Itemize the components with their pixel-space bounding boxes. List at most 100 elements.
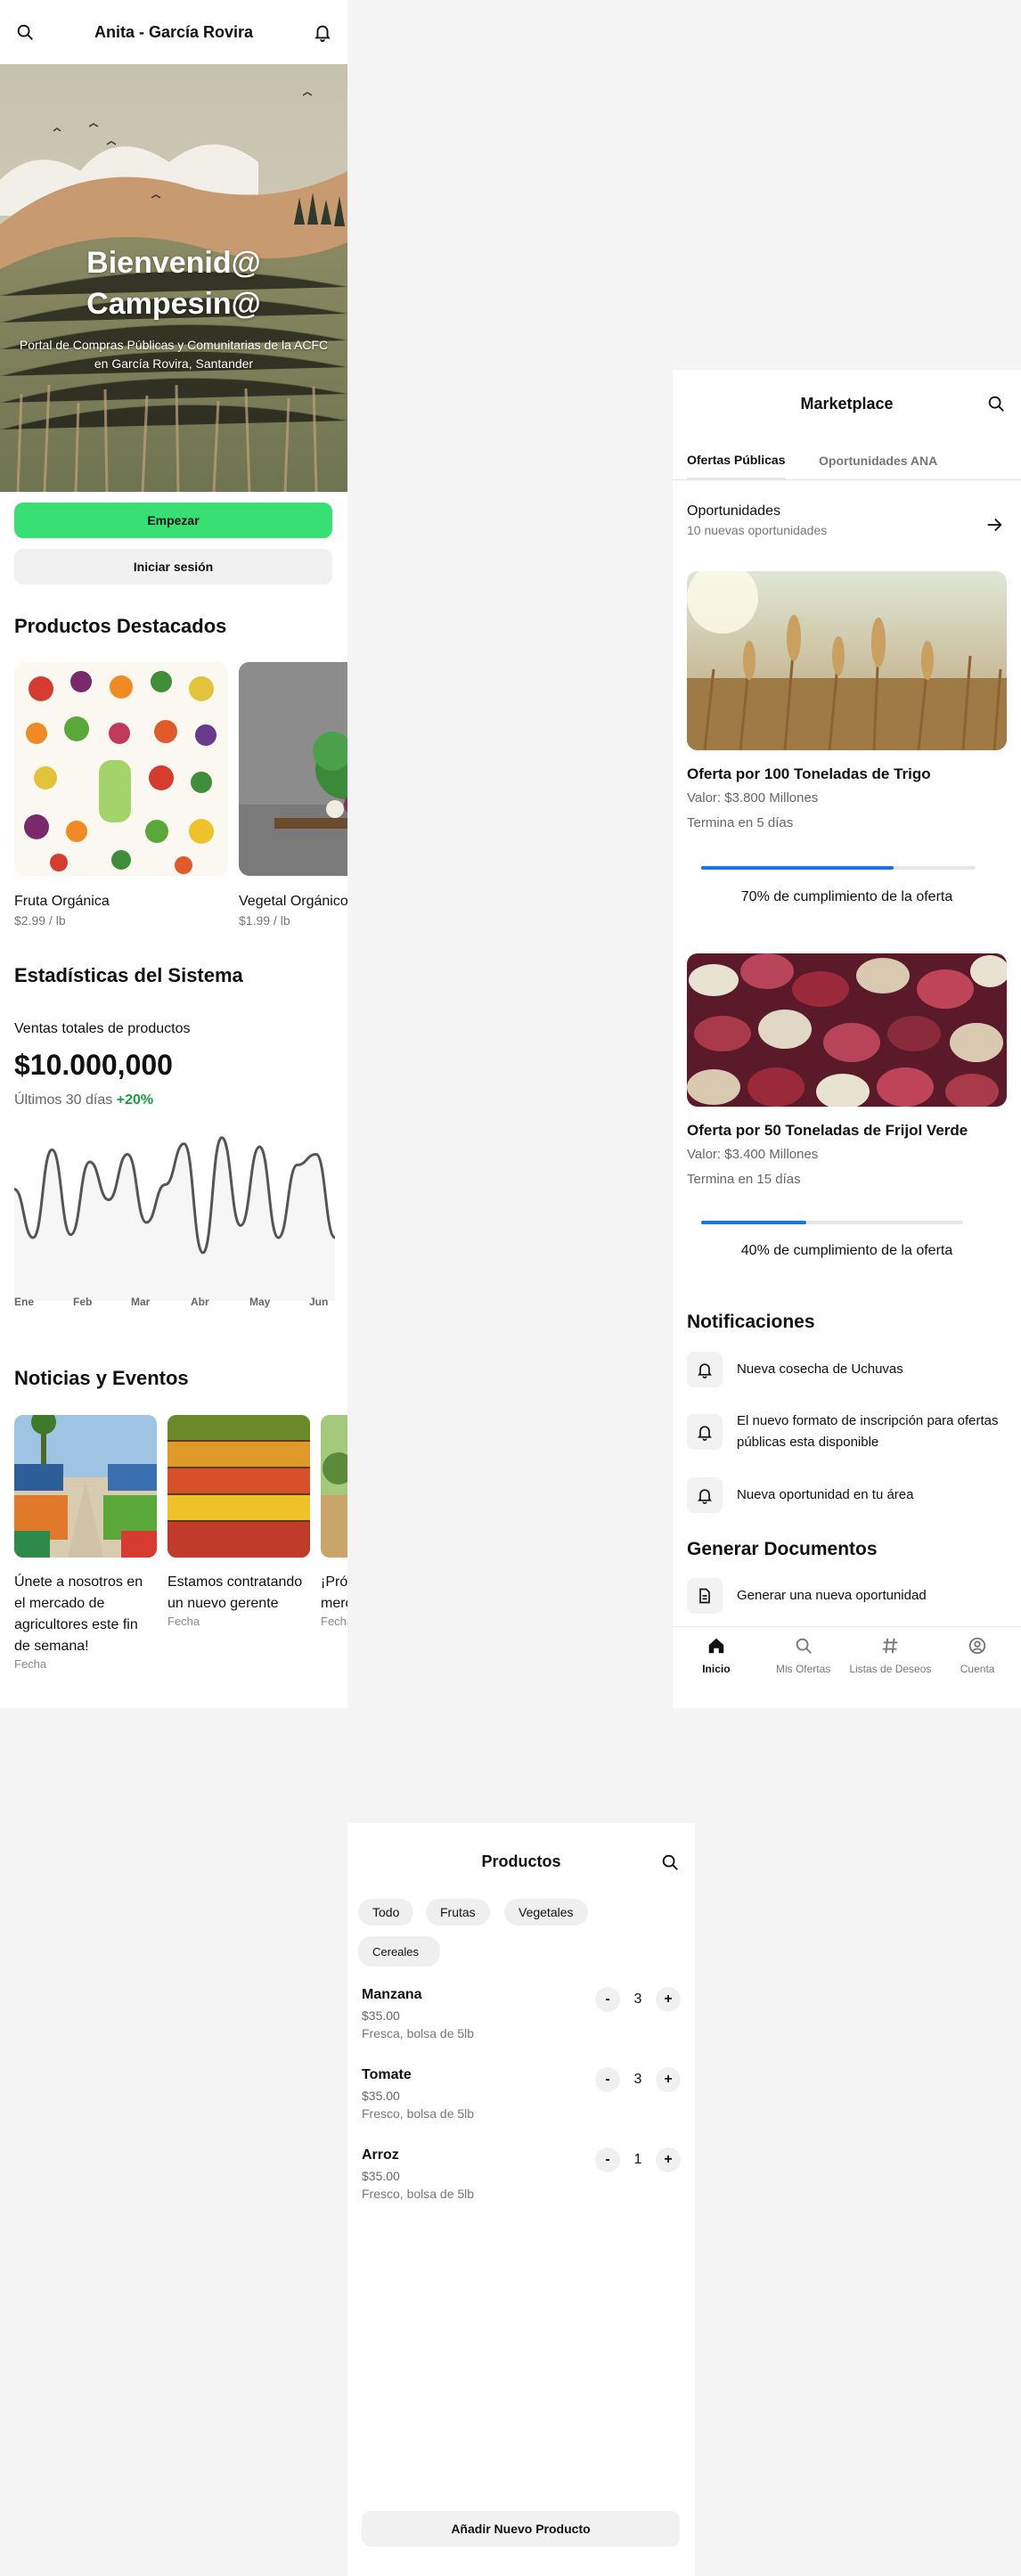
nav-label: Inicio [702,1663,731,1675]
news-image [167,1415,310,1558]
quantity-stepper: - 3 + [595,1987,681,2012]
page-title: Marketplace [800,394,894,413]
product-price: $1.99 / lb [239,913,290,928]
filter-chip-cereals[interactable]: Cereales [358,1936,440,1967]
stats-title: Estadísticas del Sistema [14,964,243,986]
nav-label: Listas de Deseos [849,1663,932,1675]
nav-my-offers[interactable]: Mis Ofertas [760,1627,847,1708]
nav-wishlists[interactable]: Listas de Deseos [847,1627,935,1708]
bell-icon[interactable] [310,20,335,45]
hero-title-line2: Campesin@ [86,287,261,321]
offer-progress-text: 70% de cumplimiento de la oferta [740,889,953,904]
marketplace-screen: Marketplace Ofertas Públicas Oportunidad… [673,370,1021,1708]
offer-value: Valor: $3.400 Millones [687,1147,819,1162]
add-product-button[interactable]: Añadir Nuevo Producto [362,2511,680,2547]
offer-progress [701,1221,963,1224]
stats-change: +20% [116,1092,154,1108]
month-label: Mar [131,1296,151,1308]
user-icon [968,1637,986,1655]
bell-icon [687,1477,723,1513]
product-row[interactable]: Tomate $35.00 Fresco, bolsa de 5lb - 3 + [362,2067,681,2130]
login-button[interactable]: Iniciar sesión [14,549,332,585]
document-item[interactable]: Generar una nueva oportunidad [687,1578,1007,1614]
search-icon[interactable] [12,20,37,45]
news-headline: Únete a nosotros en el mercado de agricu… [14,1574,143,1654]
news-date: Fecha [321,1615,347,1628]
decrement-button[interactable]: - [595,1987,620,2012]
increment-button[interactable]: + [656,2067,681,2092]
stats-label: Ventas totales de productos [14,1021,191,1036]
hero-subtitle: Portal de Compras Públicas y Comunitaria… [19,338,329,371]
news-image [14,1415,157,1558]
news-date: Fecha [167,1615,200,1628]
search-icon [796,1638,812,1654]
offer-deadline: Termina en 5 días [687,815,794,830]
nav-account[interactable]: Cuenta [934,1627,1021,1708]
offer-value: Valor: $3.800 Millones [687,790,819,806]
tab-public-offers[interactable]: Ofertas Públicas [687,441,786,480]
product-description: Fresca, bolsa de 5lb [362,2026,475,2040]
document-icon [687,1578,723,1614]
filter-chip-fruits[interactable]: Frutas [426,1899,490,1926]
offer-deadline: Termina en 15 días [687,1172,801,1187]
document-text: Generar una nueva oportunidad [737,1588,927,1603]
quantity-value: 1 [633,2152,642,2167]
arrow-right-icon[interactable] [982,512,1007,537]
offer-progress-fill [701,1221,806,1224]
home-header: Anita - García Rovira [0,0,347,64]
product-card[interactable]: Vegetal Orgánico $1.99 / lb [239,662,347,928]
start-button[interactable]: Empezar [14,503,332,538]
offer-title[interactable]: Oferta por 50 Toneladas de Frijol Verde [687,1122,968,1140]
news-card[interactable]: ¡Próximo evento de mercado Fecha [321,1415,347,1628]
notification-item[interactable]: Nueva cosecha de Uchuvas [687,1352,1007,1387]
offer-title[interactable]: Oferta por 100 Toneladas de Trigo [687,765,931,783]
products-header: Productos [347,1823,695,1900]
nav-label: Mis Ofertas [775,1663,831,1675]
nav-label: Cuenta [960,1663,995,1675]
quantity-value: 3 [633,2072,642,2087]
tab-ana-opportunities[interactable]: Oportunidades ANA [819,441,937,480]
news-date: Fecha [14,1657,47,1671]
product-row[interactable]: Manzana $35.00 Fresca, bolsa de 5lb - 3 … [362,1987,681,2049]
filter-chip-all[interactable]: Todo [358,1899,414,1926]
news-headline: Estamos contratando un nuevo gerente [167,1574,303,1611]
news-headline: ¡Próximo evento de mercado [321,1574,347,1611]
page-title: Productos [481,1852,561,1870]
opportunities-subtitle: 10 nuevas oportunidades [687,523,828,537]
notification-text: Nueva cosecha de Uchuvas [737,1362,903,1377]
notification-item[interactable]: Nueva oportunidad en tu área [687,1477,1007,1513]
sales-line-chart [14,1136,335,1301]
month-label: Ene [14,1296,35,1308]
filter-chip-vegetables[interactable]: Vegetales [504,1899,588,1926]
notifications-title: Notificaciones [687,1312,815,1332]
bottom-nav: Inicio Mis Ofertas Listas de Deseos Cuen… [673,1626,1021,1708]
marketplace-tabs: Ofertas Públicas Oportunidades ANA [673,441,1021,480]
opportunities-row[interactable]: Oportunidades 10 nuevas oportunidades [687,503,1007,548]
nav-home[interactable]: Inicio [673,1627,760,1708]
beans-image [687,953,1007,1107]
decrement-button[interactable]: - [595,2147,620,2172]
month-label: May [249,1296,271,1308]
product-card[interactable]: Fruta Orgánica $2.99 / lb [14,662,228,928]
increment-button[interactable]: + [656,1987,681,2012]
decrement-button[interactable]: - [595,2067,620,2092]
opportunities-title: Oportunidades [687,503,780,519]
documents-title: Generar Documentos [687,1539,878,1559]
increment-button[interactable]: + [656,2147,681,2172]
search-icon[interactable] [658,1850,682,1875]
quantity-stepper: - 3 + [595,2067,681,2092]
news-card[interactable]: Únete a nosotros en el mercado de agricu… [14,1415,157,1671]
marketplace-header: Marketplace [673,370,1021,438]
product-row[interactable]: Arroz $35.00 Fresco, bolsa de 5lb - 1 + [362,2147,681,2210]
product-name: Vegetal Orgánico [239,894,347,909]
product-image [14,662,228,876]
news-card[interactable]: Estamos contratando un nuevo gerente Fec… [167,1415,310,1628]
offer-progress [701,866,976,870]
bell-icon [687,1352,723,1387]
hero-title: Bienvenid@ Campesin@ [0,242,347,324]
search-icon[interactable] [984,391,1009,416]
month-label: Feb [73,1296,93,1308]
product-description: Fresco, bolsa de 5lb [362,2187,475,2201]
hero-banner: Bienvenid@ Campesin@ Portal de Compras P… [0,64,347,492]
notification-item[interactable]: El nuevo formato de inscripción para ofe… [687,1411,1007,1453]
